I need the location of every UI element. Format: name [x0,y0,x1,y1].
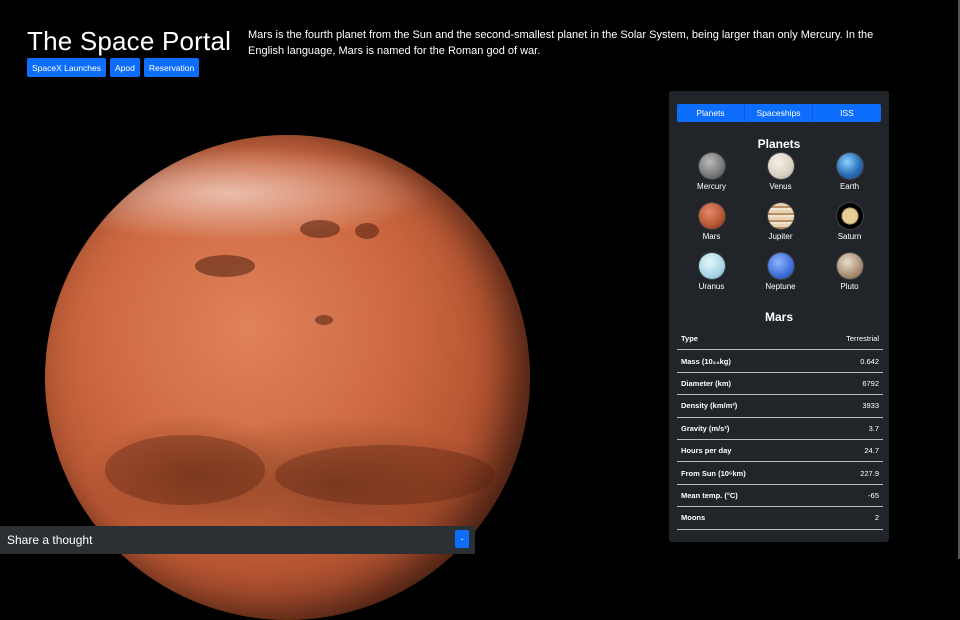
planet-description: Mars is the fourth planet from the Sun a… [248,29,874,57]
planet-label: Mars [702,232,721,241]
planet-jupiter[interactable]: Jupiter [746,203,815,241]
planet-uranus[interactable]: Uranus [677,253,746,291]
planet-facts-table: Type Terrestrial Mass (10₂₄kg) 0.642 Diame… [677,328,883,530]
fact-label: Diameter (km) [677,372,809,396]
fact-label: Gravity (m/s²) [677,417,809,440]
share-thought-label: Share a thought [7,533,93,547]
table-row: Mass (10₂₄kg) 0.642 [677,349,883,373]
planet-saturn[interactable]: Saturn [815,203,884,241]
info-panel: Planets Spaceships ISS Planets Mercury V… [669,91,889,542]
apod-button[interactable]: Apod [110,58,140,77]
planet-venus[interactable]: Venus [746,153,815,191]
tab-iss[interactable]: ISS [813,104,881,122]
fact-value: 227.9 [808,461,883,485]
fact-label: Hours per day [677,439,809,463]
planet-label: Earth [839,182,860,191]
planet-grid: Mercury Venus Earth Mars Jupiter Saturn … [677,153,883,291]
fact-value: 6792 [808,372,883,396]
fact-value: 3.7 [808,417,883,440]
share-thought-bar[interactable]: Share a thought - [0,526,475,554]
planet-label: Uranus [698,282,725,291]
table-row: Density (km/m³) 3933 [677,394,883,418]
fact-label: Mass (10₂₄kg) [677,349,809,373]
planet-label: Pluto [840,282,859,291]
fact-label: Moons [677,506,809,530]
planet-label: Jupiter [768,232,793,241]
fact-value: 24.7 [808,439,883,463]
table-row: Diameter (km) 6792 [677,372,883,396]
panel-tabs: Planets Spaceships ISS [677,104,881,122]
planet-earth[interactable]: Earth [815,153,884,191]
neptune-image [767,253,794,279]
venus-image [767,153,794,179]
fact-label: Type [677,328,809,351]
planet-label: Venus [769,182,792,191]
fact-label: Density (km/m³) [677,394,809,418]
fact-value: 2 [808,506,883,530]
fact-value: 3933 [808,394,883,418]
table-row: Mean temp. (°C) -65 [677,484,883,508]
planet-mercury[interactable]: Mercury [677,153,746,191]
tab-spaceships[interactable]: Spaceships [745,104,813,122]
table-row: Gravity (m/s²) 3.7 [677,417,883,440]
collapse-share-button[interactable]: - [455,530,469,548]
table-row: Hours per day 24.7 [677,439,883,463]
page-title: The Space Portal [27,26,232,56]
uranus-image [698,253,725,279]
fact-label: Mean temp. (°C) [677,484,809,508]
fact-value: -65 [808,484,883,508]
planet-label: Mercury [697,182,726,191]
reservation-button[interactable]: Reservation [143,58,200,77]
planet-mars[interactable]: Mars [677,203,746,241]
saturn-image [836,203,863,229]
planet-label: Saturn [837,232,862,241]
table-row: From Sun (10⁶km) 227.9 [677,461,883,485]
fact-value: Terrestrial [808,328,883,351]
pluto-image [836,253,863,279]
table-row: Moons 2 [677,506,883,530]
mars-image [698,203,725,229]
main-nav: SpaceX Launches Apod Reservation [27,58,200,77]
fact-label: From Sun (10⁶km) [677,461,809,485]
table-row: Type Terrestrial [677,328,883,351]
earth-image [836,153,863,179]
jupiter-image [767,203,794,229]
selected-planet-heading: Mars [764,310,793,324]
planet-label: Neptune [765,282,796,291]
mercury-image [698,153,725,179]
planets-heading: Planets [757,137,801,151]
fact-value: 0.642 [808,349,883,373]
spacex-launches-button[interactable]: SpaceX Launches [27,58,106,77]
planet-pluto[interactable]: Pluto [815,253,884,291]
tab-planets[interactable]: Planets [677,104,745,122]
planet-neptune[interactable]: Neptune [746,253,815,291]
